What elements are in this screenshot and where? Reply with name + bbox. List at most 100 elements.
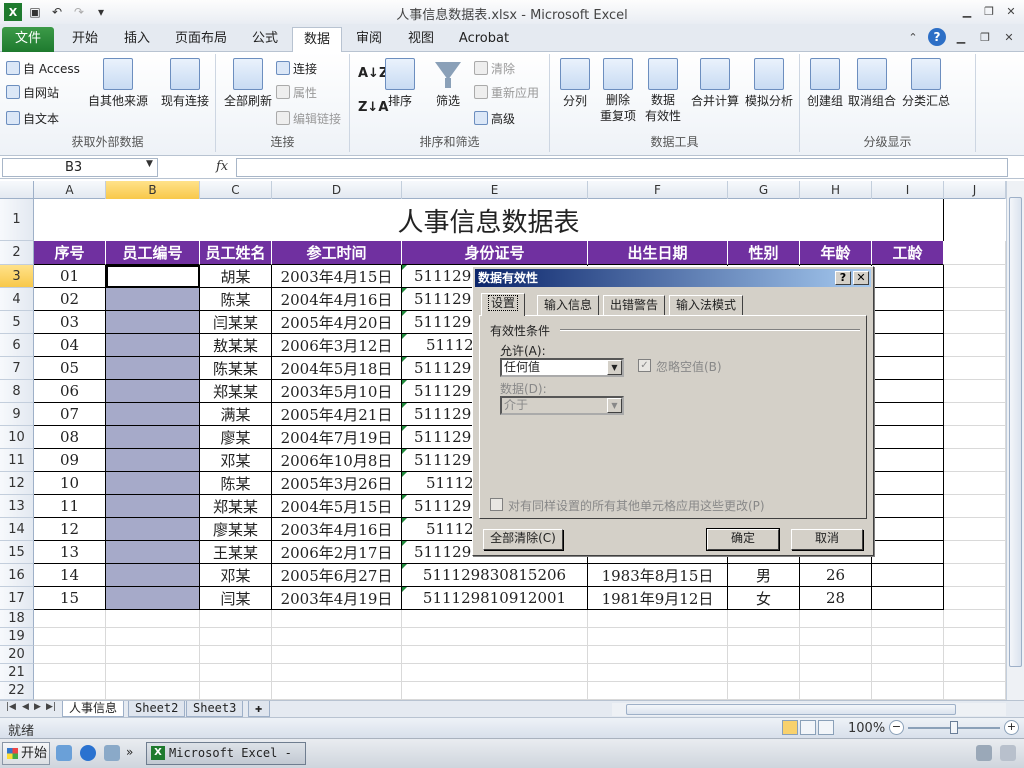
empty-cell[interactable] [944,426,1006,449]
empty-cell[interactable] [34,610,106,628]
name-cell[interactable]: 胡某 [200,265,272,288]
row-header-22[interactable]: 22 [0,682,34,700]
normal-view-icon[interactable] [782,720,798,735]
join-date-cell[interactable]: 2003年4月19日 [272,587,402,610]
tab-settings[interactable]: 设置 [481,293,526,316]
name-cell[interactable]: 郑某某 [200,495,272,518]
tab-acrobat[interactable]: Acrobat [452,27,516,52]
seq-cell[interactable]: 04 [34,334,106,357]
from-access-button[interactable]: 自 Access [6,58,80,78]
name-box-dropdown-icon[interactable]: ▼ [146,159,153,169]
ignore-blank-checkbox[interactable]: ✓ [638,359,651,372]
employee-id-cell[interactable] [106,587,200,610]
empty-cell[interactable] [272,610,402,628]
row-header-15[interactable]: 15 [0,541,34,564]
empty-cell[interactable] [944,241,1006,265]
first-sheet-icon[interactable]: |◀ [6,702,16,712]
seniority-cell[interactable] [872,426,944,449]
seniority-cell[interactable] [872,334,944,357]
save-icon[interactable]: ▣ [26,3,44,21]
empty-cell[interactable] [944,664,1006,682]
seniority-cell[interactable] [872,564,944,587]
column-header-a[interactable]: A [34,181,106,199]
horizontal-scroll-thumb[interactable] [626,704,956,715]
empty-cell[interactable] [800,646,872,664]
existing-connections-button[interactable]: 现有连接 [158,58,212,109]
column-header-h[interactable]: H [800,181,872,199]
tab-input-message[interactable]: 输入信息 [537,295,600,315]
seq-cell[interactable]: 10 [34,472,106,495]
doc-close-icon[interactable]: ✕ [1000,28,1018,46]
row-header-18[interactable]: 18 [0,610,34,628]
more-quicklaunch-icon[interactable]: » [126,745,142,761]
row-header-2[interactable]: 2 [0,241,34,265]
join-date-cell[interactable]: 2005年4月20日 [272,311,402,334]
tab-error-alert[interactable]: 出错警告 [603,295,666,315]
id-number-cell[interactable]: 511129810912001 [402,587,588,610]
seniority-cell[interactable] [872,541,944,564]
data-select[interactable]: 介于 ▼ [500,396,624,415]
row-header-17[interactable]: 17 [0,587,34,610]
employee-id-cell[interactable] [106,403,200,426]
name-cell[interactable]: 敖某某 [200,334,272,357]
empty-cell[interactable] [800,610,872,628]
empty-cell[interactable] [272,682,402,700]
media-player-icon[interactable] [104,745,120,761]
horizontal-scrollbar[interactable] [612,703,1006,716]
column-header-b[interactable]: B [106,181,200,199]
column-header-g[interactable]: G [728,181,800,199]
name-cell[interactable]: 廖某某 [200,518,272,541]
gender-cell[interactable]: 女 [728,587,800,610]
empty-cell[interactable] [34,664,106,682]
empty-cell[interactable] [588,664,728,682]
text-to-columns-button[interactable]: 分列 [558,58,592,109]
tab-home[interactable]: 开始 [62,27,108,52]
tab-view[interactable]: 视图 [398,27,444,52]
vertical-scrollbar[interactable] [1006,181,1024,700]
allow-select[interactable]: 任何值 ▼ [500,358,624,377]
help-icon[interactable]: ? [928,28,946,46]
row-header-13[interactable]: 13 [0,495,34,518]
empty-cell[interactable] [800,628,872,646]
seq-cell[interactable]: 02 [34,288,106,311]
join-date-cell[interactable]: 2003年4月16日 [272,518,402,541]
seq-cell[interactable]: 15 [34,587,106,610]
seniority-cell[interactable] [872,495,944,518]
last-sheet-icon[interactable]: ▶| [46,702,56,712]
empty-cell[interactable] [106,646,200,664]
show-desktop-icon[interactable] [56,745,72,761]
prev-sheet-icon[interactable]: ◀ [22,702,29,712]
doc-restore-icon[interactable]: ❐ [976,28,994,46]
employee-id-cell[interactable] [106,518,200,541]
empty-cell[interactable] [872,664,944,682]
join-date-cell[interactable]: 2004年7月19日 [272,426,402,449]
from-web-button[interactable]: 自网站 [6,82,59,102]
seq-cell[interactable]: 01 [34,265,106,288]
seniority-cell[interactable] [872,403,944,426]
seq-cell[interactable]: 09 [34,449,106,472]
redo-icon[interactable]: ↷ [70,3,88,21]
from-other-sources-button[interactable]: 自其他来源 [86,58,150,109]
tab-insert[interactable]: 插入 [114,27,160,52]
column-header-d[interactable]: D [272,181,402,199]
row-header-20[interactable]: 20 [0,646,34,664]
tab-ime-mode[interactable]: 输入法模式 [669,295,744,315]
name-cell[interactable]: 陈某某 [200,357,272,380]
data-validation-button[interactable]: 数据 有效性 [640,58,686,124]
subtotal-button[interactable]: 分类汇总 [900,58,952,109]
empty-cell[interactable] [402,682,588,700]
empty-cell[interactable] [944,587,1006,610]
doc-minimize-icon[interactable]: ▁ [952,28,970,46]
ungroup-button[interactable]: 取消组合 [846,58,898,109]
sort-button[interactable]: 排序 [384,58,416,109]
empty-cell[interactable] [944,495,1006,518]
join-date-cell[interactable]: 2004年4月16日 [272,288,402,311]
row-header-11[interactable]: 11 [0,449,34,472]
seq-cell[interactable]: 11 [34,495,106,518]
join-date-cell[interactable]: 2004年5月18日 [272,357,402,380]
filter-button[interactable]: 筛选 [432,58,464,109]
empty-cell[interactable] [200,628,272,646]
gender-cell[interactable]: 男 [728,564,800,587]
join-date-cell[interactable]: 2006年10月8日 [272,449,402,472]
seniority-cell[interactable] [872,472,944,495]
